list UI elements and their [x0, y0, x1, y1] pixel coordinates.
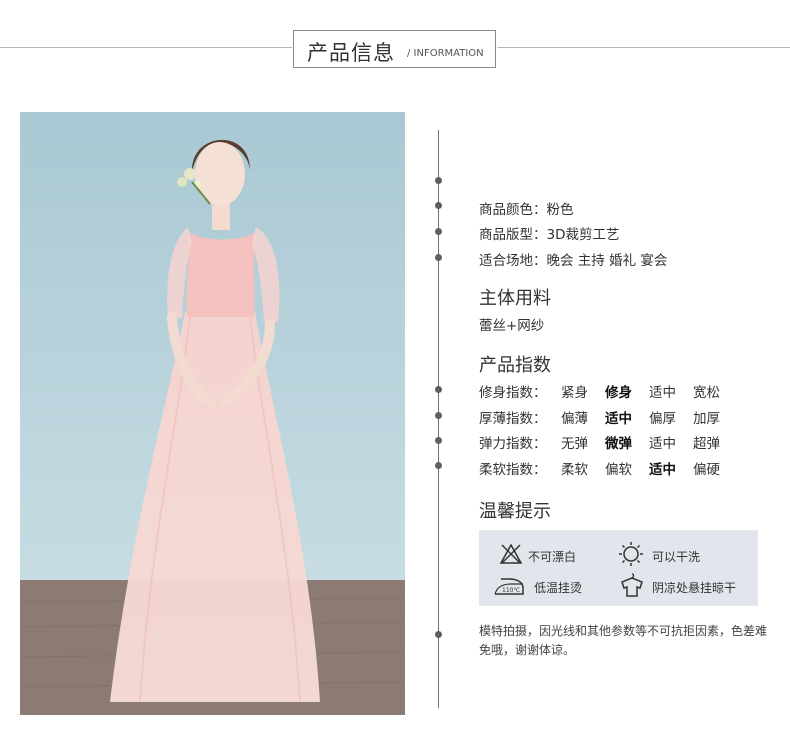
index-option: 宽松 [693, 385, 720, 401]
timeline-dot [435, 412, 442, 419]
attr-label: 商品颜色： [479, 202, 547, 218]
timeline-dot [435, 228, 442, 235]
care-panel: 不可漂白 可以干洗 110℃ 低温挂烫 阴凉处悬挂晾干 [479, 530, 758, 606]
index-option: 超弹 [693, 436, 720, 452]
svg-text:110℃: 110℃ [502, 587, 520, 594]
index-option: 加厚 [693, 411, 720, 427]
attr-value: 3D裁剪工艺 [546, 227, 620, 243]
timeline-dot [435, 254, 442, 261]
attr-label: 适合场地： [479, 253, 547, 269]
index-option-selected: 微弹 [605, 436, 632, 452]
index-heading: 产品指数 [479, 355, 551, 376]
header-rule-right [498, 47, 790, 48]
low-iron-icon: 110℃ [494, 578, 524, 595]
section-header: 产品信息 / INFORMATION [293, 30, 496, 68]
index-option: 偏硬 [693, 462, 720, 478]
timeline-dot [435, 177, 442, 184]
index-option: 适中 [649, 436, 676, 452]
index-option: 无弹 [561, 436, 588, 452]
index-label: 修身指数： [479, 385, 547, 401]
index-option-selected: 修身 [605, 385, 632, 401]
attr-color: 商品颜色：粉色 [479, 198, 574, 218]
care-label: 低温挂烫 [534, 581, 583, 595]
index-row-elasticity: 弹力指数： 无弹 微弹 适中 超弹 [479, 432, 737, 452]
attr-value: 晚会 主持 婚礼 宴会 [546, 253, 668, 269]
index-label: 柔软指数： [479, 462, 547, 478]
timeline-dot [435, 462, 442, 469]
index-option-selected: 适中 [649, 462, 676, 478]
index-option: 柔软 [561, 462, 588, 478]
shade-dry-icon [621, 573, 643, 597]
index-option-selected: 适中 [605, 411, 632, 427]
index-option: 适中 [649, 385, 676, 401]
timeline-line [438, 130, 439, 708]
attr-label: 商品版型： [479, 227, 547, 243]
index-option: 紧身 [561, 385, 588, 401]
index-row-softness: 柔软指数： 柔软 偏软 适中 偏硬 [479, 458, 737, 478]
index-option: 偏软 [605, 462, 632, 478]
index-label: 弹力指数： [479, 436, 547, 452]
timeline-dot [435, 437, 442, 444]
attr-fit: 商品版型：3D裁剪工艺 [479, 223, 619, 243]
section-subtitle: / INFORMATION [407, 48, 484, 59]
timeline-dot [435, 202, 442, 209]
index-label: 厚薄指数： [479, 411, 547, 427]
attr-occasion: 适合场地：晚会 主持 婚礼 宴会 [479, 249, 667, 269]
material-value: 蕾丝+网纱 [479, 318, 545, 334]
product-photo [20, 112, 405, 715]
disclaimer-note: 模特拍摄，因光线和其他参数等不可抗拒因素，色差难免哦，谢谢体谅。 [479, 624, 768, 657]
attr-value: 粉色 [546, 202, 574, 218]
header-rule-left [0, 47, 292, 48]
timeline-dot [435, 386, 442, 393]
care-heading: 温馨提示 [479, 501, 551, 522]
care-label: 可以干洗 [652, 550, 701, 564]
care-label: 不可漂白 [528, 550, 577, 564]
index-row-slim: 修身指数： 紧身 修身 适中 宽松 [479, 381, 737, 401]
no-bleach-icon [499, 543, 523, 564]
section-title: 产品信息 [307, 41, 395, 65]
care-label: 阴凉处悬挂晾干 [652, 581, 737, 595]
index-option: 偏厚 [649, 411, 676, 427]
timeline-dot [435, 631, 442, 638]
index-row-thickness: 厚薄指数： 偏薄 适中 偏厚 加厚 [479, 407, 737, 427]
dry-sun-icon [619, 542, 643, 566]
index-option: 偏薄 [561, 411, 588, 427]
material-heading: 主体用料 [479, 288, 551, 309]
